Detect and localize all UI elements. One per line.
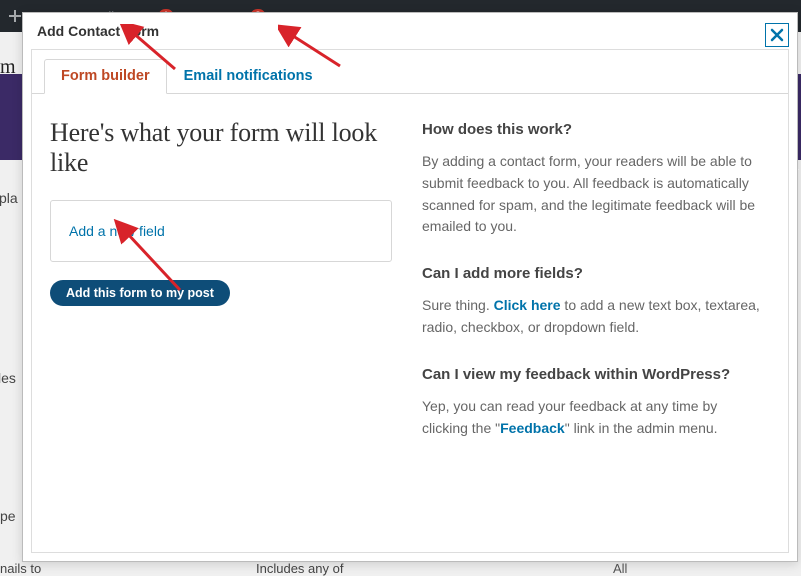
bg-text: pe xyxy=(0,508,16,524)
preview-heading: Here's what your form will look like xyxy=(50,118,392,178)
bg-text: All xyxy=(613,561,627,576)
click-here-link[interactable]: Click here xyxy=(494,297,561,313)
tab-form-builder[interactable]: Form builder xyxy=(44,59,167,94)
modal-title: Add Contact Form xyxy=(23,13,797,45)
faq-a3-post: " link in the admin menu. xyxy=(565,420,718,436)
feedback-link[interactable]: Feedback xyxy=(500,420,565,436)
faq-q3: Can I view my feedback within WordPress? xyxy=(422,363,764,386)
faq-a3: Yep, you can read your feedback at any t… xyxy=(422,396,764,439)
bg-text: les xyxy=(0,370,16,386)
tab-email-notifications[interactable]: Email notifications xyxy=(167,59,330,94)
faq-a1: By adding a contact form, your readers w… xyxy=(422,151,764,238)
add-form-to-post-button[interactable]: Add this form to my post xyxy=(50,280,230,306)
close-button[interactable] xyxy=(765,23,789,47)
bg-text: nails to xyxy=(0,561,41,576)
bg-text: pla xyxy=(0,190,18,206)
faq-a2-pre: Sure thing. xyxy=(422,297,494,313)
right-column: How does this work? By adding a contact … xyxy=(392,118,764,463)
faq-a2: Sure thing. Click here to add a new text… xyxy=(422,295,764,338)
modal-content: Here's what your form will look like Add… xyxy=(32,94,788,487)
faq-q1: How does this work? xyxy=(422,118,764,141)
tabs: Form builder Email notifications xyxy=(32,50,788,94)
plus-icon xyxy=(8,9,22,23)
add-field-button[interactable]: Add a new field xyxy=(50,200,392,262)
close-icon xyxy=(770,28,784,42)
modal-body: Form builder Email notifications Here's … xyxy=(31,49,789,553)
left-column: Here's what your form will look like Add… xyxy=(50,118,392,463)
bg-text: m xyxy=(0,56,16,79)
add-contact-form-modal: Add Contact Form Form builder Email noti… xyxy=(22,12,798,562)
faq-q2: Can I add more fields? xyxy=(422,262,764,285)
bg-text: Includes any of xyxy=(256,561,343,576)
